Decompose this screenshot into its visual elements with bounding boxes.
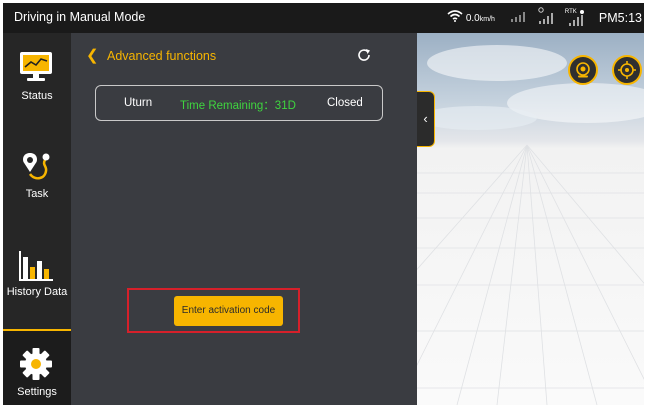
feature-row-uturn: Uturn Time Remaining：31D Closed	[95, 85, 383, 121]
sidebar-item-label: Task	[25, 188, 49, 200]
route-pin-icon	[21, 151, 53, 186]
cellular-signal-icon	[510, 9, 525, 27]
clock: PM5:13	[598, 11, 642, 25]
speed-readout: 0.0km/h	[465, 12, 495, 24]
collapse-panel-tab[interactable]: ‹	[417, 91, 435, 147]
sidebar-item-task[interactable]: Task	[3, 129, 71, 225]
feature-status: Closed	[327, 97, 363, 109]
3d-map-view[interactable]: ‹	[417, 33, 644, 405]
panel-title: Advanced functions	[107, 49, 217, 63]
status-indicators: 0.0km/h RTK PM5:13	[447, 3, 644, 33]
feature-name: Uturn	[124, 97, 153, 109]
sidebar-item-label: History Data	[6, 286, 68, 298]
status-bar: Driving in Manual Mode 0.0km/h RTK PM5:1…	[3, 3, 644, 33]
sidebar-item-status[interactable]: Status	[3, 33, 71, 129]
app-window: Driving in Manual Mode 0.0km/h RTK PM5:1…	[3, 3, 644, 405]
sidebar-item-label: Settings	[17, 386, 57, 398]
sidebar-item-label: Status	[21, 90, 53, 102]
settings-panel: ❮ Advanced functions Uturn Time Remainin…	[71, 33, 417, 405]
sidebar: Status Task History Data Settings	[3, 33, 71, 405]
sidebar-item-settings[interactable]: Settings	[3, 329, 71, 405]
monitor-chart-icon	[19, 51, 53, 86]
map-scene	[417, 45, 644, 405]
bar-chart-icon	[19, 249, 53, 284]
satellite-signal-icon	[537, 6, 553, 30]
rtk-signal-icon: RTK	[565, 9, 585, 27]
camera-button[interactable]	[568, 55, 598, 85]
wifi-icon	[447, 9, 463, 27]
refresh-icon[interactable]	[357, 48, 371, 67]
sidebar-item-history-data[interactable]: History Data	[3, 231, 71, 327]
camera-icon	[576, 62, 590, 78]
enter-activation-code-button[interactable]: Enter activation code	[174, 296, 283, 326]
window-title: Driving in Manual Mode	[14, 10, 146, 24]
gear-icon	[19, 347, 53, 384]
locate-button[interactable]	[612, 55, 642, 85]
back-chevron-icon[interactable]: ❮	[86, 46, 99, 64]
crosshair-icon	[618, 61, 636, 79]
time-remaining: Time Remaining：31D	[180, 100, 296, 112]
